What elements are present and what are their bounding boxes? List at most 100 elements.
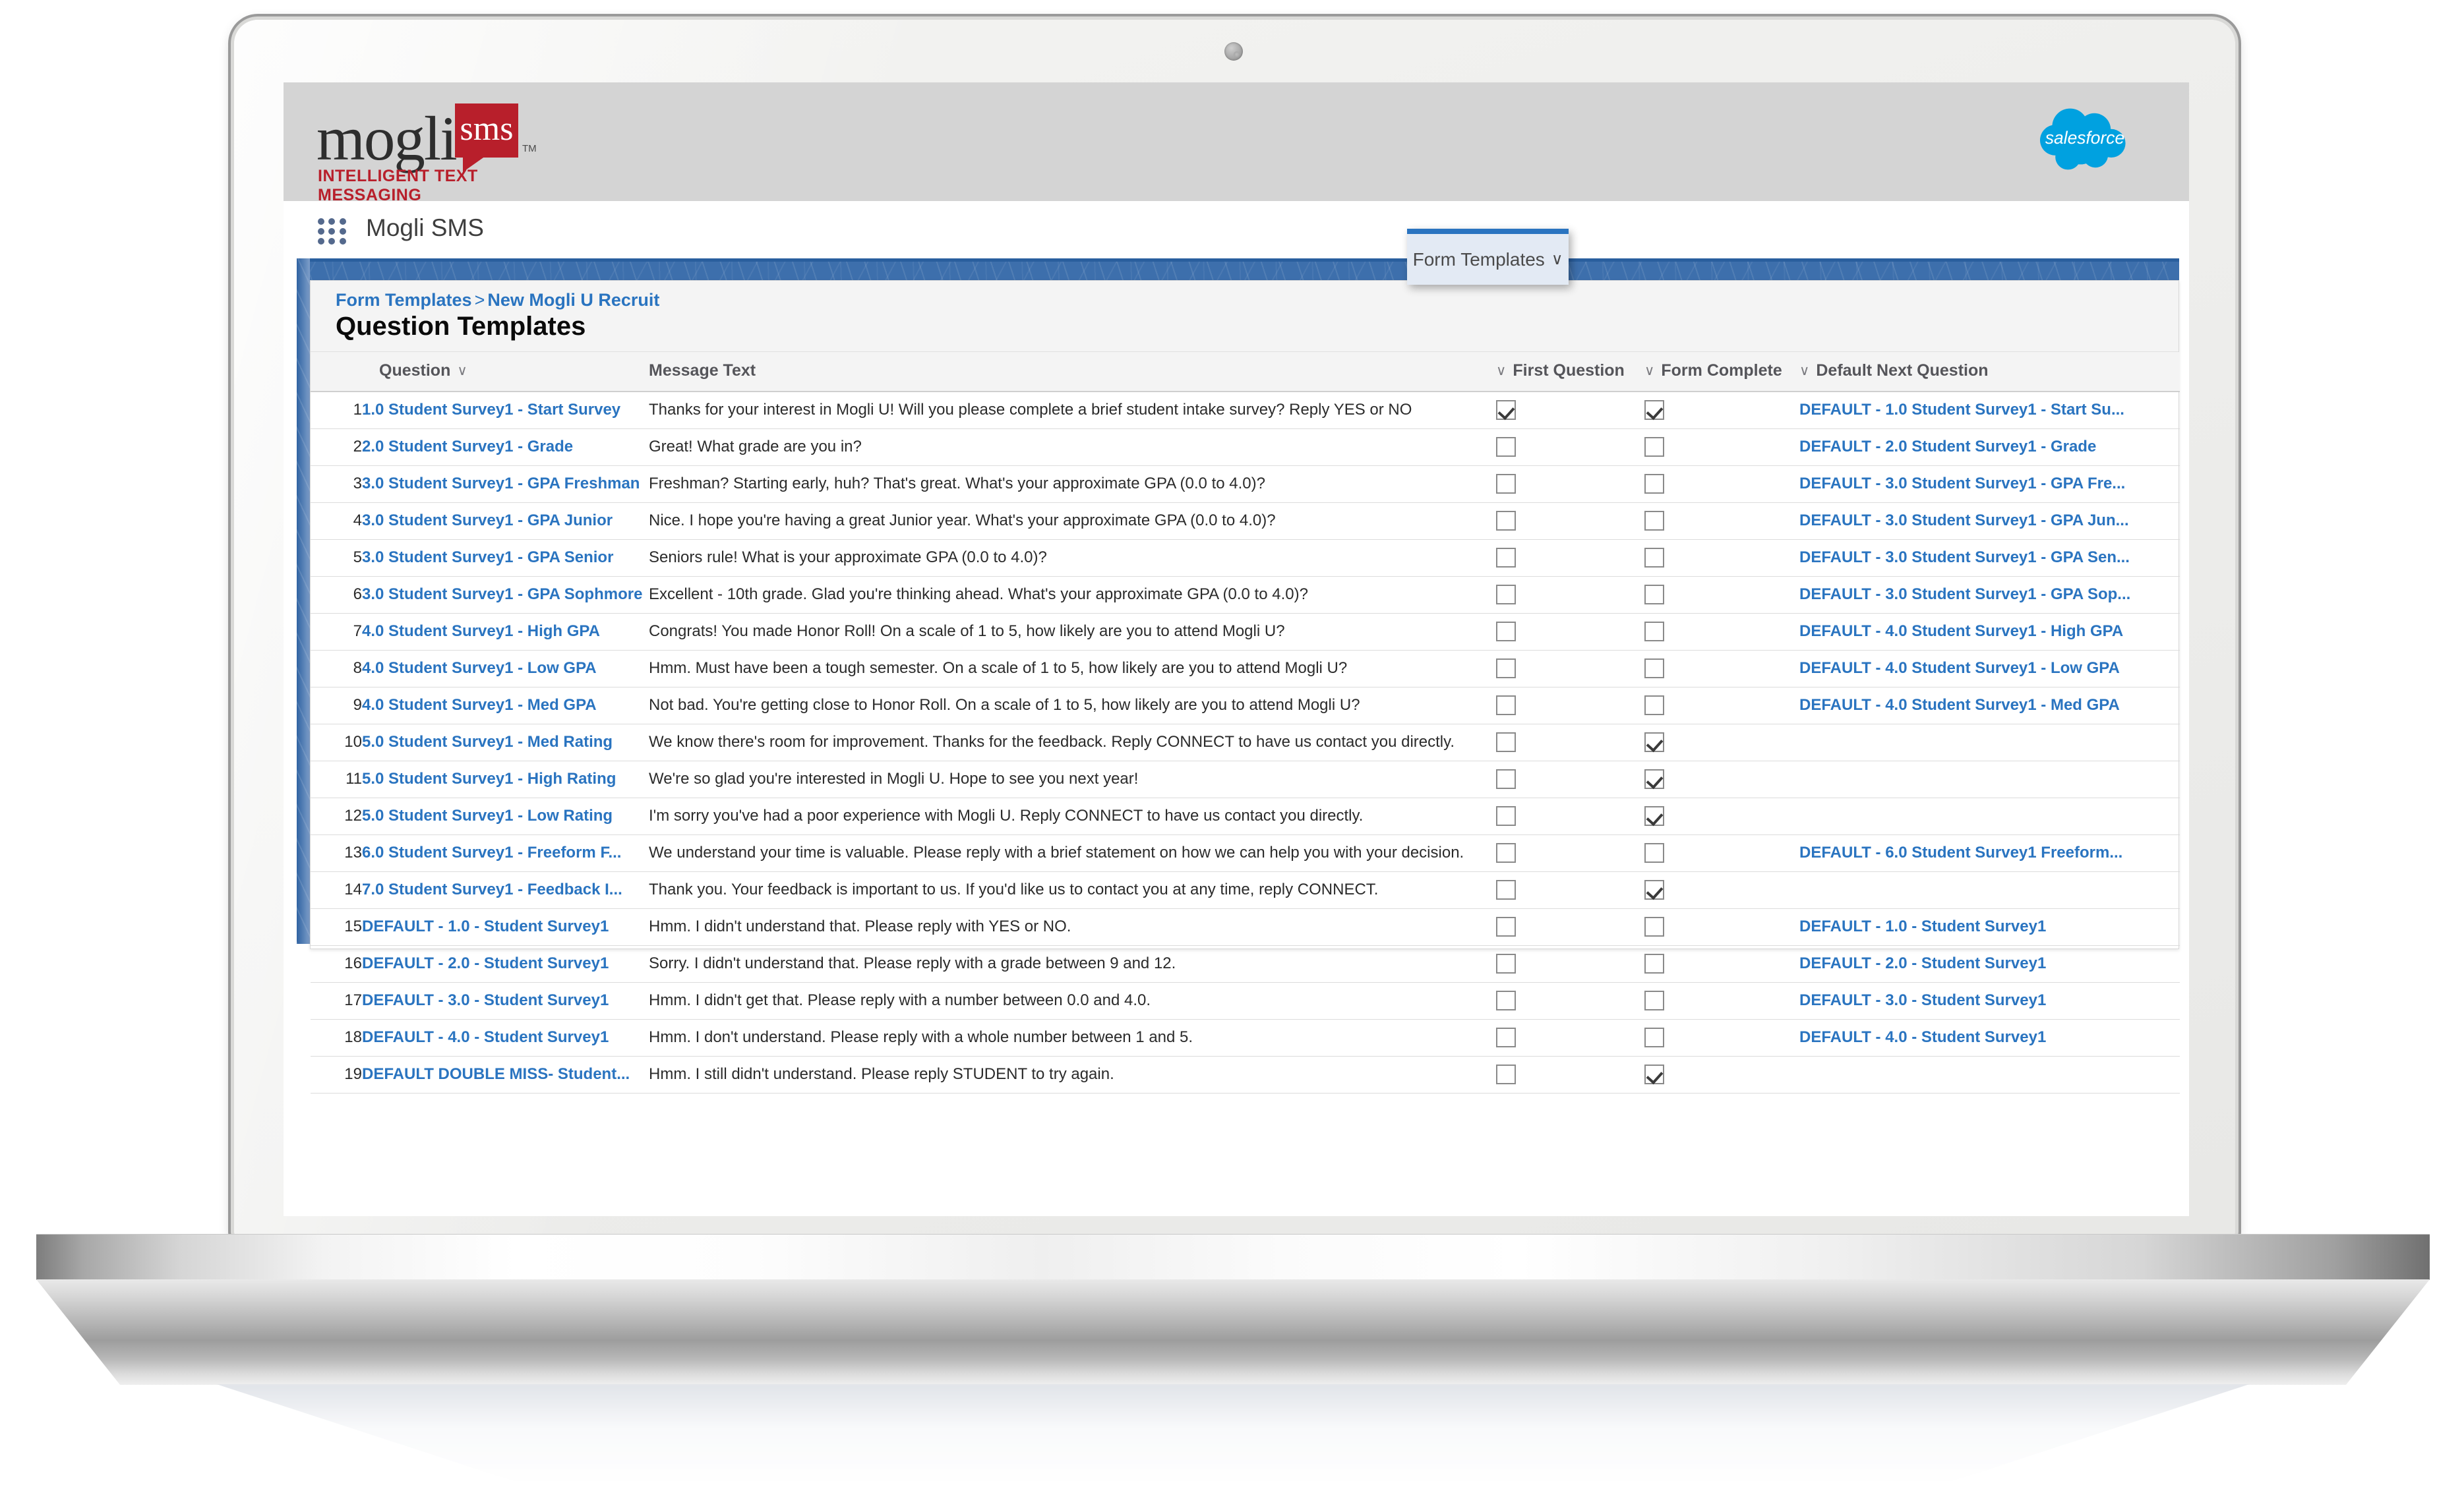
question-link[interactable]: 5.0 Student Survey1 - Low Rating [362,807,613,825]
default-next-question-link[interactable]: DEFAULT - 4.0 Student Survey1 - Low GPA [1799,659,2120,677]
default-next-question-link[interactable]: DEFAULT - 3.0 Student Survey1 - GPA Sen.… [1799,548,2130,566]
first-question-checkbox[interactable] [1496,437,1516,457]
salesforce-cloud-logo: salesforce [2032,102,2138,176]
default-next-question-link[interactable]: DEFAULT - 3.0 Student Survey1 - GPA Jun.… [1799,511,2129,529]
default-next-question-link[interactable]: DEFAULT - 3.0 Student Survey1 - GPA Fre.… [1799,475,2125,492]
cell-form-complete [1644,687,1799,724]
question-link[interactable]: 5.0 Student Survey1 - High Rating [362,770,616,788]
default-next-question-link[interactable]: DEFAULT - 4.0 Student Survey1 - Med GPA [1799,696,2120,714]
question-link[interactable]: 3.0 Student Survey1 - GPA Junior [362,511,613,529]
default-next-question-link[interactable]: DEFAULT - 4.0 Student Survey1 - High GPA [1799,622,2123,640]
question-link[interactable]: DEFAULT - 1.0 - Student Survey1 [362,918,609,935]
first-question-checkbox[interactable] [1496,511,1516,531]
cell-default-next-question: DEFAULT - 3.0 - Student Survey1 [1799,982,2180,1020]
first-question-checkbox[interactable] [1496,1028,1516,1047]
question-link[interactable]: DEFAULT DOUBLE MISS- Student... [362,1065,630,1083]
form-complete-checkbox[interactable] [1644,769,1664,789]
question-link[interactable]: 6.0 Student Survey1 - Freeform F... [362,844,621,861]
tab-form-templates[interactable]: Form Templates ∨ [1407,229,1569,285]
chevron-down-icon[interactable]: ∨ [457,363,467,379]
form-complete-checkbox[interactable] [1644,880,1664,900]
question-link[interactable]: 4.0 Student Survey1 - Med GPA [362,696,597,714]
cell-first-question [1496,982,1644,1020]
cell-form-complete [1644,908,1799,946]
form-complete-checkbox[interactable] [1644,954,1664,974]
default-next-question-link[interactable]: DEFAULT - 1.0 - Student Survey1 [1799,918,2046,935]
form-complete-checkbox[interactable] [1644,437,1664,457]
table-row: 17 DEFAULT - 3.0 - Student Survey1 Hmm. I … [311,982,2180,1020]
first-question-checkbox[interactable] [1496,474,1516,494]
question-link[interactable]: 4.0 Student Survey1 - Low GPA [362,659,597,677]
question-link[interactable]: DEFAULT - 3.0 - Student Survey1 [362,991,609,1009]
chevron-down-icon[interactable]: ∨ [1799,363,1809,379]
chevron-down-icon[interactable]: ∨ [1496,363,1506,379]
cell-first-question [1496,1019,1644,1057]
svg-text:salesforce: salesforce [2045,128,2124,148]
form-complete-checkbox[interactable] [1644,695,1664,715]
first-question-checkbox[interactable] [1496,991,1516,1010]
first-question-checkbox[interactable] [1496,732,1516,752]
question-link[interactable]: 4.0 Student Survey1 - High GPA [362,622,600,640]
form-complete-checkbox[interactable] [1644,511,1664,531]
cell-question: 5.0 Student Survey1 - High Rating [362,761,649,798]
breadcrumb-link-new-mogli-u-recruit[interactable]: New Mogli U Recruit [487,290,659,310]
form-complete-checkbox[interactable] [1644,622,1664,641]
breadcrumb-link-form-templates[interactable]: Form Templates [336,290,472,310]
cell-default-next-question: DEFAULT - 4.0 - Student Survey1 [1799,1019,2180,1057]
first-question-checkbox[interactable] [1496,954,1516,974]
first-question-checkbox[interactable] [1496,843,1516,863]
first-question-checkbox[interactable] [1496,806,1516,826]
form-complete-checkbox[interactable] [1644,917,1664,937]
app-launcher-grid-icon[interactable] [318,218,347,245]
question-link[interactable]: 3.0 Student Survey1 - GPA Sophmore [362,585,642,603]
form-complete-checkbox[interactable] [1644,658,1664,678]
first-question-checkbox[interactable] [1496,622,1516,641]
form-complete-checkbox[interactable] [1644,585,1664,604]
col-header-question[interactable]: Question ∨ [362,352,649,392]
row-number: 7 [311,613,362,651]
question-link[interactable]: 2.0 Student Survey1 - Grade [362,438,573,455]
row-number: 12 [311,798,362,835]
screenshot-stage: mogli sms TM INTELLIGENT TEXT MESSAGING [0,0,2464,1489]
first-question-checkbox[interactable] [1496,769,1516,789]
first-question-checkbox[interactable] [1496,1065,1516,1084]
default-next-question-link[interactable]: DEFAULT - 6.0 Student Survey1 Freeform..… [1799,844,2122,861]
question-link[interactable]: 5.0 Student Survey1 - Med Rating [362,733,613,751]
question-link[interactable]: 3.0 Student Survey1 - GPA Freshman [362,475,640,492]
default-next-question-link[interactable]: DEFAULT - 2.0 - Student Survey1 [1799,954,2046,972]
form-complete-checkbox[interactable] [1644,1028,1664,1047]
col-header-default-next-question[interactable]: ∨ Default Next Question [1799,352,2180,392]
form-complete-checkbox[interactable] [1644,474,1664,494]
col-header-first-question[interactable]: ∨ First Question [1496,352,1644,392]
first-question-checkbox[interactable] [1496,695,1516,715]
form-complete-checkbox[interactable] [1644,732,1664,752]
question-link[interactable]: 1.0 Student Survey1 - Start Survey [362,401,620,419]
first-question-checkbox[interactable] [1496,585,1516,604]
first-question-checkbox[interactable] [1496,917,1516,937]
table-row: 10 5.0 Student Survey1 - Med Rating We kno… [311,724,2180,761]
col-header-message-text[interactable]: Message Text [649,352,1496,392]
first-question-checkbox[interactable] [1496,880,1516,900]
mogli-logo: mogli sms TM INTELLIGENT TEXT MESSAGING [316,101,537,204]
default-next-question-link[interactable]: DEFAULT - 3.0 Student Survey1 - GPA Sop.… [1799,585,2130,603]
question-link[interactable]: DEFAULT - 4.0 - Student Survey1 [362,1028,609,1046]
first-question-checkbox[interactable] [1496,658,1516,678]
first-question-checkbox[interactable] [1496,400,1516,420]
form-complete-checkbox[interactable] [1644,843,1664,863]
question-link[interactable]: 7.0 Student Survey1 - Feedback I... [362,881,622,898]
chevron-down-icon[interactable]: ∨ [1644,363,1654,379]
form-complete-checkbox[interactable] [1644,1065,1664,1084]
form-complete-checkbox[interactable] [1644,991,1664,1010]
question-link[interactable]: 3.0 Student Survey1 - GPA Senior [362,548,613,566]
form-complete-checkbox[interactable] [1644,806,1664,826]
default-next-question-link[interactable]: DEFAULT - 2.0 Student Survey1 - Grade [1799,438,2096,455]
table-row: 18 DEFAULT - 4.0 - Student Survey1 Hmm. I … [311,1019,2180,1057]
form-complete-checkbox[interactable] [1644,400,1664,420]
default-next-question-link[interactable]: DEFAULT - 1.0 Student Survey1 - Start Su… [1799,401,2124,419]
question-link[interactable]: DEFAULT - 2.0 - Student Survey1 [362,954,609,972]
default-next-question-link[interactable]: DEFAULT - 4.0 - Student Survey1 [1799,1028,2046,1046]
first-question-checkbox[interactable] [1496,548,1516,568]
form-complete-checkbox[interactable] [1644,548,1664,568]
col-header-form-complete[interactable]: ∨ Form Complete [1644,352,1799,392]
default-next-question-link[interactable]: DEFAULT - 3.0 - Student Survey1 [1799,991,2046,1009]
